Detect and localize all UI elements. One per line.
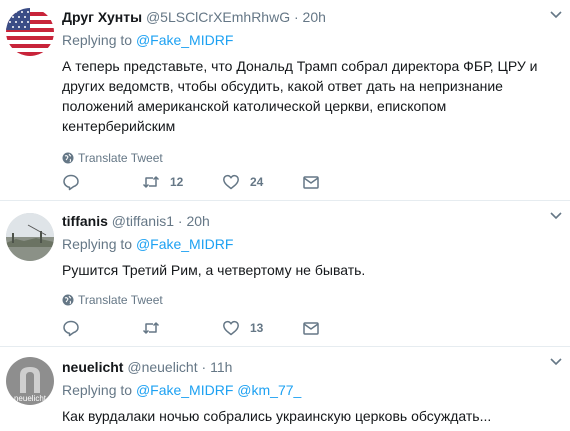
- separator-dot: ·: [290, 9, 303, 25]
- user-handle[interactable]: @tiffanis1: [112, 213, 174, 229]
- direct-message-button[interactable]: [302, 319, 382, 337]
- display-name[interactable]: Друг Хунты: [62, 9, 142, 25]
- mention-link[interactable]: @Fake_MIDRF: [136, 236, 233, 252]
- tweet-body: tiffanis @tiffanis1 · 20h Replying to @F…: [62, 212, 560, 308]
- avatar[interactable]: neuelicht: [6, 357, 54, 405]
- globe-icon: [62, 152, 74, 164]
- logo-avatar: neuelicht: [6, 357, 54, 405]
- mention-link[interactable]: @Fake_MIDRF: [136, 382, 233, 398]
- reply-button[interactable]: [62, 319, 142, 337]
- avatar[interactable]: [6, 8, 54, 56]
- replying-to-label: Replying to: [62, 382, 136, 398]
- replying-to-label: Replying to: [62, 32, 136, 48]
- separator-dot: ·: [174, 213, 187, 229]
- landscape-photo-avatar: [6, 213, 54, 261]
- replying-to: Replying to @Fake_MIDRF: [62, 30, 560, 50]
- timestamp[interactable]: 11h: [210, 359, 232, 375]
- translate-label: Translate Tweet: [78, 151, 163, 165]
- like-count: 24: [250, 175, 264, 189]
- user-handle[interactable]: @neuelicht: [127, 359, 197, 375]
- retweet-icon: [142, 176, 160, 188]
- envelope-icon: [303, 176, 319, 189]
- display-name[interactable]: tiffanis: [62, 213, 108, 229]
- envelope-icon: [303, 322, 319, 335]
- tweet[interactable]: tiffanis @tiffanis1 · 20h Replying to @F…: [0, 200, 570, 346]
- mention-link[interactable]: @Fake_MIDRF: [136, 32, 233, 48]
- like-button[interactable]: 13: [222, 319, 302, 337]
- tweet-body: Друг Хунты @5LSClCrXEmhRhwG · 20h Replyi…: [62, 8, 560, 166]
- avatar-logo-text: neuelicht: [14, 394, 47, 403]
- separator-dot: ·: [197, 359, 211, 375]
- avatar[interactable]: [6, 213, 54, 261]
- tweet-actions: 12 24: [62, 173, 382, 191]
- reply-button[interactable]: [62, 173, 142, 191]
- globe-icon: [62, 294, 74, 306]
- retweet-button[interactable]: 12: [142, 173, 222, 191]
- translate-label: Translate Tweet: [78, 293, 163, 307]
- timestamp[interactable]: 20h: [303, 9, 326, 25]
- heart-icon: [223, 320, 239, 336]
- like-count: 13: [250, 321, 264, 335]
- tweet-header: Друг Хунты @5LSClCrXEmhRhwG · 20h: [62, 8, 560, 26]
- heart-icon: [223, 174, 239, 190]
- tweet-text: Как вурдалаки ночью собрались украинскую…: [62, 408, 492, 424]
- retweet-button[interactable]: [142, 319, 222, 337]
- tweet-header: tiffanis @tiffanis1 · 20h: [62, 212, 560, 230]
- tweet-actions: 13: [62, 319, 382, 337]
- us-flag-avatar: [6, 8, 54, 56]
- reply-icon: [63, 320, 79, 337]
- translate-tweet-link[interactable]: Translate Tweet: [62, 150, 560, 166]
- mention-link[interactable]: @km_77_: [237, 382, 301, 398]
- retweet-icon: [142, 322, 160, 334]
- direct-message-button[interactable]: [302, 173, 382, 191]
- replying-to-label: Replying to: [62, 236, 136, 252]
- translate-tweet-link[interactable]: Translate Tweet: [62, 292, 560, 308]
- tweet[interactable]: neuelicht neuelicht @neuelicht · 11h Rep…: [0, 346, 570, 431]
- like-button[interactable]: 24: [222, 173, 302, 191]
- reply-icon: [63, 174, 79, 191]
- tweet[interactable]: Друг Хунты @5LSClCrXEmhRhwG · 20h Replyi…: [0, 0, 570, 200]
- tweet-header: neuelicht @neuelicht · 11h: [62, 358, 560, 376]
- tweet-text: Рушится Третий Рим, а четвертому не быва…: [62, 262, 366, 278]
- tweet-text: А теперь представьте, что Дональд Трамп …: [62, 58, 538, 134]
- timestamp[interactable]: 20h: [186, 213, 209, 229]
- tweet-body: neuelicht @neuelicht · 11h Replying to @…: [62, 358, 560, 426]
- retweet-count: 12: [170, 175, 184, 189]
- display-name[interactable]: neuelicht: [62, 359, 123, 375]
- replying-to: Replying to @Fake_MIDRF: [62, 234, 560, 254]
- user-handle[interactable]: @5LSClCrXEmhRhwG: [146, 9, 290, 25]
- replying-to: Replying to @Fake_MIDRF @km_77_: [62, 380, 560, 400]
